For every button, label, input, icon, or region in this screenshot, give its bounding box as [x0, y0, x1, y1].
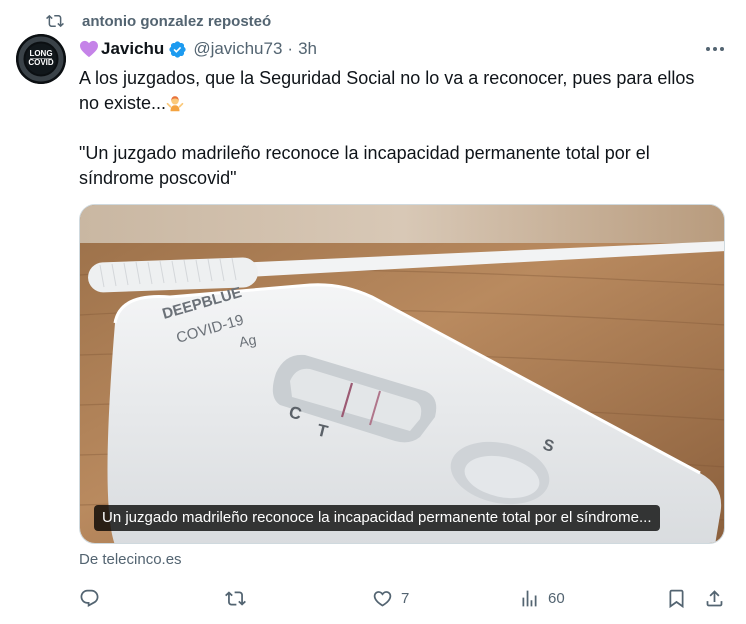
- share-icon: [706, 589, 723, 606]
- purple-heart-icon: [80, 40, 98, 58]
- heart-icon: [373, 590, 392, 607]
- views-icon: [522, 590, 537, 606]
- views-count: 60: [548, 589, 565, 607]
- views-button[interactable]: 60: [519, 582, 565, 614]
- card-source[interactable]: De telecinco.es: [79, 551, 182, 568]
- like-button[interactable]: 7: [372, 582, 409, 614]
- user-handle[interactable]: @javichu73: [193, 39, 282, 59]
- repost-icon: [46, 14, 64, 28]
- timestamp[interactable]: 3h: [298, 39, 317, 59]
- display-name[interactable]: Javichu: [101, 39, 164, 59]
- bookmark-icon: [669, 589, 684, 608]
- separator-dot: ·: [287, 39, 294, 58]
- covid-test-photo: DEEPBLUE COVID-19 Ag C T S: [80, 205, 724, 543]
- share-button[interactable]: [704, 582, 725, 614]
- repost-button[interactable]: [225, 582, 246, 614]
- tweet-quote-paragraph: "Un juzgado madrileño reconoce la incapa…: [79, 143, 650, 188]
- link-card[interactable]: DEEPBLUE COVID-19 Ag C T S Un juzgado ma…: [79, 204, 725, 544]
- verified-badge-icon: [169, 40, 186, 58]
- repost-icon: [225, 590, 246, 606]
- person-shrugging-emoji: [166, 96, 184, 112]
- image-type-text: Ag: [238, 331, 258, 350]
- reply-icon: [80, 589, 99, 607]
- svg-text:LONG: LONG: [29, 49, 52, 58]
- action-bar: 7 60: [79, 582, 729, 614]
- tweet-text: A los juzgados, que la Seguridad Social …: [79, 66, 719, 191]
- more-icon: [706, 47, 724, 51]
- repost-label[interactable]: antonio gonzalez reposteó: [82, 13, 271, 30]
- tweet-header: Javichu @javichu73 · 3h: [79, 36, 317, 62]
- avatar[interactable]: LONG COVID: [16, 34, 66, 84]
- more-options-button[interactable]: [703, 38, 727, 60]
- tweet-paragraph: A los juzgados, que la Seguridad Social …: [79, 66, 719, 116]
- like-count: 7: [401, 589, 410, 607]
- reply-button[interactable]: [79, 582, 100, 614]
- repost-header: antonio gonzalez reposteó: [46, 8, 271, 34]
- svg-text:COVID: COVID: [28, 58, 54, 67]
- long-covid-logo: LONG COVID: [16, 34, 66, 84]
- bookmark-button[interactable]: [666, 582, 687, 614]
- card-caption: Un juzgado madrileño reconoce la incapac…: [94, 505, 660, 531]
